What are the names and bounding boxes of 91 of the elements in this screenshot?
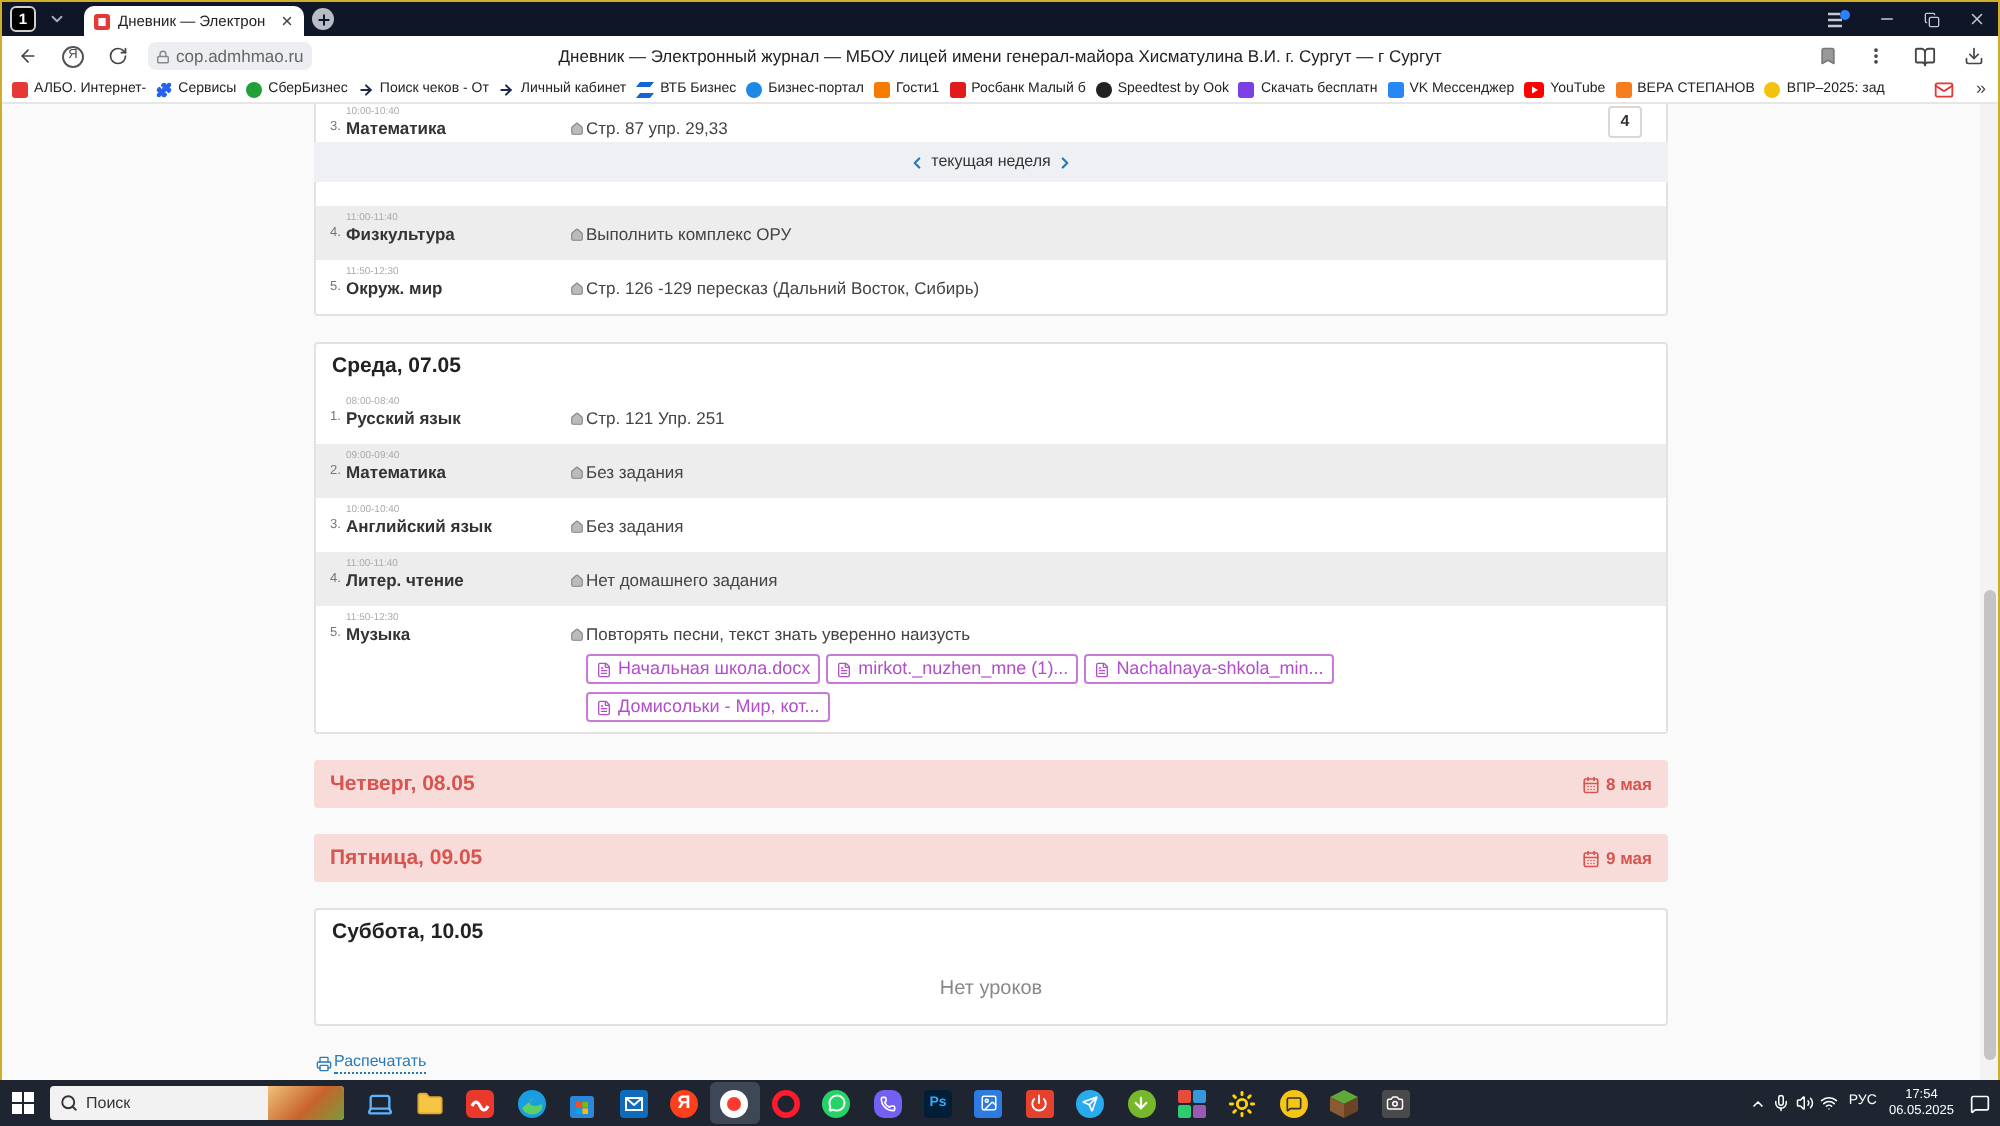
- day-title: Среда, 07.05: [332, 354, 463, 380]
- house-icon: [570, 627, 584, 641]
- folder-icon: [416, 1089, 445, 1117]
- attachment-button[interactable]: Nachalnaya-shkola_min...: [1084, 654, 1334, 684]
- house-icon: [570, 519, 584, 533]
- date-label: 9 мая: [1606, 848, 1652, 868]
- attachment-button[interactable]: mirkot._nuzhen_mne (1)...: [826, 654, 1079, 684]
- homework-text: Стр. 121 Упр. 251: [586, 408, 725, 428]
- document-icon: [596, 699, 612, 715]
- homework-text: Нет домашнего задания: [586, 570, 778, 590]
- windows-logo-icon[interactable]: [12, 1092, 34, 1114]
- illustration-placeholder: [268, 1086, 344, 1120]
- house-icon: [570, 573, 584, 587]
- download-icon[interactable]: [1964, 46, 1984, 66]
- print-link[interactable]: Распечатать: [334, 1052, 427, 1074]
- book-icon[interactable]: [1914, 45, 1936, 67]
- bookmark-icon[interactable]: [1818, 46, 1838, 66]
- paper-plane-icon: [1076, 1089, 1105, 1117]
- house-icon: [570, 281, 584, 295]
- subject-name: Математика: [346, 118, 446, 138]
- arrow-left-icon[interactable]: [18, 46, 38, 66]
- wave-tile-icon: [466, 1089, 495, 1117]
- homework-text: Без задания: [586, 516, 684, 536]
- swirl-icon: [517, 1089, 546, 1117]
- attachment-button[interactable]: Начальная школа.docx: [586, 654, 821, 684]
- homework-text: Стр. 87 упр. 29,33: [586, 118, 728, 138]
- arrow-down-icon: [1127, 1089, 1156, 1117]
- search-icon: [60, 1094, 78, 1112]
- taskbar-button[interactable]: Я: [658, 1082, 710, 1124]
- day-title: Суббота, 10.05: [332, 920, 486, 946]
- document-icon: [1094, 661, 1111, 677]
- homework-text: Без задания: [586, 462, 684, 482]
- house-icon: [570, 411, 584, 425]
- attachment-button[interactable]: Домисольки - Мир, кот...: [586, 692, 830, 722]
- week-label: текущая неделя: [931, 150, 1051, 174]
- empty-message: Нет уроков: [939, 976, 1043, 1002]
- subject-name: Окруж. мир: [346, 278, 443, 298]
- reload-icon[interactable]: [108, 46, 128, 66]
- ring-icon: [771, 1089, 800, 1117]
- close-icon[interactable]: [280, 14, 294, 28]
- day-title: Четверг, 08.05: [330, 771, 475, 797]
- more-bookmarks-button[interactable]: »: [1975, 80, 1986, 98]
- laptop-icon: [365, 1089, 394, 1117]
- restore-icon[interactable]: [1924, 11, 1940, 27]
- speaker-icon[interactable]: [1796, 1094, 1815, 1112]
- grid-icon: [1177, 1089, 1206, 1117]
- subject-name: Математика: [346, 462, 446, 482]
- lock-icon: [156, 49, 170, 63]
- subject-name: Литер. чтение: [346, 570, 464, 590]
- homework-text: Выполнить комплекс ОРУ: [586, 224, 792, 244]
- message-circle-icon: [822, 1089, 851, 1117]
- chevron-down-icon[interactable]: [48, 10, 66, 28]
- subject-name: Физкультура: [346, 224, 455, 244]
- envelope-icon[interactable]: [1933, 79, 1954, 99]
- subject-name: Английский язык: [346, 516, 492, 536]
- notification-icon[interactable]: [1828, 10, 1850, 28]
- picture-icon: [974, 1089, 1003, 1117]
- house-icon: [570, 465, 584, 479]
- search-bar[interactable]: Поиск: [50, 1086, 344, 1120]
- document-icon: [596, 661, 612, 677]
- square-favicon-icon: [94, 13, 110, 29]
- homework-text: Стр. 126 -129 пересказ (Дальний Восток, Сибирь): [586, 278, 980, 298]
- printer-icon: [316, 1055, 332, 1071]
- sun-icon: [1228, 1089, 1257, 1117]
- microphone-icon[interactable]: [1772, 1094, 1791, 1112]
- chevron-up-icon[interactable]: [1750, 1095, 1767, 1111]
- wifi-icon[interactable]: [1820, 1094, 1839, 1112]
- grade-badge: 4: [1608, 106, 1642, 138]
- plus-icon[interactable]: [312, 8, 334, 30]
- subject-name: Русский язык: [346, 408, 461, 428]
- taskbar-button[interactable]: [709, 1082, 761, 1124]
- camera-icon: [1381, 1089, 1409, 1117]
- cube-icon: [1330, 1089, 1359, 1117]
- address-field[interactable]: cop.admhmao.ru: [148, 42, 312, 70]
- subject-name: Музыка: [346, 624, 411, 644]
- calendar-icon: [1582, 775, 1601, 793]
- house-icon: [570, 121, 584, 135]
- homework-text: Повторять песни, текст знать уверенно наизусть: [586, 624, 971, 644]
- power-icon: [1025, 1089, 1054, 1117]
- phone-icon: [873, 1089, 902, 1117]
- date-label: 8 мая: [1606, 774, 1652, 794]
- envelope-tile-icon: [619, 1089, 648, 1117]
- dot-circle-icon: [720, 1089, 749, 1117]
- calendar-icon: [1582, 849, 1601, 867]
- speech-bubble-icon: [1279, 1089, 1308, 1117]
- page-title: Дневник — Электронный журнал — МБОУ лицей имени генерал-майора Хисматулина В.И. г. Сургут — г Сургут: [558, 43, 1442, 69]
- house-icon: [570, 227, 584, 241]
- scrollbar-thumb[interactable]: [1983, 590, 1995, 1060]
- day-title: Пятница, 09.05: [330, 845, 483, 871]
- search-field[interactable]: Поиск: [86, 1091, 260, 1115]
- document-icon: [836, 661, 853, 677]
